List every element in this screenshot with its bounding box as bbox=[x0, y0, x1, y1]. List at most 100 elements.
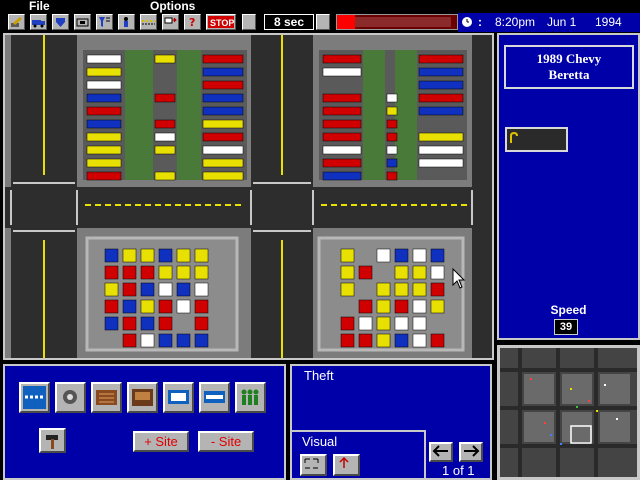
grass-strip-1 bbox=[125, 50, 153, 180]
road-horizontal bbox=[5, 187, 492, 228]
parked-car bbox=[340, 265, 355, 280]
parked-car bbox=[202, 145, 244, 155]
parked-car bbox=[358, 299, 373, 314]
parked-car bbox=[140, 316, 155, 331]
blank-button-2[interactable] bbox=[316, 14, 330, 30]
parked-car bbox=[412, 316, 427, 331]
parked-car bbox=[158, 333, 173, 348]
parked-car bbox=[202, 119, 244, 129]
game-speed-display[interactable]: 8 sec bbox=[264, 14, 314, 30]
parked-car bbox=[376, 333, 391, 348]
parked-car bbox=[194, 299, 209, 314]
help-icon[interactable]: ? bbox=[184, 14, 201, 30]
parked-car bbox=[340, 316, 355, 331]
parked-car bbox=[322, 132, 362, 142]
game-map[interactable] bbox=[3, 33, 494, 360]
parked-car bbox=[86, 67, 122, 77]
parked-car bbox=[358, 316, 373, 331]
center-view-button[interactable] bbox=[333, 454, 360, 476]
parked-car bbox=[394, 282, 409, 297]
barrier-icon[interactable] bbox=[140, 14, 157, 30]
next-event-button[interactable] bbox=[459, 442, 483, 462]
parked-car bbox=[158, 282, 173, 297]
sign-tool[interactable] bbox=[163, 382, 194, 413]
parked-car bbox=[418, 54, 464, 64]
prev-event-button[interactable] bbox=[429, 442, 453, 462]
parked-car bbox=[430, 282, 445, 297]
stop-icon[interactable]: STOP bbox=[206, 14, 236, 30]
booth-tool[interactable] bbox=[127, 382, 158, 413]
parked-car bbox=[376, 248, 391, 263]
parked-car bbox=[194, 333, 209, 348]
parked-car bbox=[158, 265, 173, 280]
parked-car bbox=[86, 132, 122, 142]
minimap-canvas[interactable] bbox=[500, 348, 637, 477]
truck-icon[interactable] bbox=[30, 14, 47, 30]
parked-car bbox=[322, 54, 362, 64]
camera-icon[interactable] bbox=[74, 14, 91, 30]
center-icon bbox=[339, 456, 349, 468]
parked-car bbox=[202, 93, 244, 103]
parked-car bbox=[430, 265, 445, 280]
grass-strip-4 bbox=[395, 50, 417, 180]
parked-car bbox=[386, 106, 398, 116]
parked-car bbox=[322, 145, 362, 155]
parked-car bbox=[86, 80, 122, 90]
parked-car bbox=[154, 132, 176, 142]
edit-icon[interactable] bbox=[8, 14, 25, 30]
parked-car bbox=[86, 93, 122, 103]
parked-car bbox=[194, 248, 209, 263]
parked-car bbox=[394, 299, 409, 314]
clock-separator: : bbox=[478, 15, 482, 29]
remove-site-button[interactable]: - Site bbox=[198, 431, 254, 452]
parked-car bbox=[194, 316, 209, 331]
shield-icon[interactable] bbox=[52, 14, 69, 30]
fence-tool[interactable] bbox=[19, 382, 50, 413]
parked-car bbox=[158, 316, 173, 331]
parked-car bbox=[386, 158, 398, 168]
parked-car bbox=[140, 265, 155, 280]
parked-car bbox=[86, 158, 122, 168]
sign-icon[interactable] bbox=[162, 14, 179, 30]
gate-tool[interactable] bbox=[91, 382, 122, 413]
parked-car bbox=[86, 54, 122, 64]
vehicle-name-line2: Beretta bbox=[548, 67, 590, 82]
barrier-tool[interactable] bbox=[199, 382, 230, 413]
parked-car bbox=[104, 316, 119, 331]
alarm-gauge-track bbox=[355, 17, 451, 27]
vehicle-panel: 1989 Chevy Beretta Speed 39 bbox=[497, 33, 640, 340]
parked-car bbox=[122, 265, 137, 280]
parked-car bbox=[122, 299, 137, 314]
hammer-tool[interactable] bbox=[39, 428, 66, 453]
parked-car bbox=[140, 282, 155, 297]
options-menu[interactable]: Options bbox=[150, 0, 195, 13]
parked-car bbox=[386, 171, 398, 181]
zoom-view-button[interactable] bbox=[300, 454, 327, 476]
zoom-icon bbox=[304, 458, 319, 469]
guards-tool[interactable] bbox=[235, 382, 266, 413]
person-icon[interactable] bbox=[118, 14, 135, 30]
parked-car bbox=[176, 265, 191, 280]
speed-label: Speed bbox=[550, 303, 587, 317]
alarm-gauge bbox=[336, 14, 458, 30]
clock-time: 8:20pm bbox=[495, 15, 536, 29]
add-site-button[interactable]: + Site bbox=[133, 431, 189, 452]
parked-car bbox=[412, 299, 427, 314]
minimap[interactable] bbox=[497, 345, 640, 480]
camera-tool[interactable] bbox=[55, 382, 86, 413]
parked-car bbox=[202, 54, 244, 64]
file-menu[interactable]: File bbox=[29, 0, 50, 13]
parked-car bbox=[430, 248, 445, 263]
blank-button[interactable] bbox=[242, 14, 256, 30]
selected-tool-slot[interactable] bbox=[505, 127, 568, 152]
parked-car bbox=[154, 171, 176, 181]
parked-car bbox=[202, 106, 244, 116]
parked-car bbox=[322, 106, 362, 116]
parked-car bbox=[394, 316, 409, 331]
map-canvas[interactable] bbox=[5, 35, 492, 358]
parked-car bbox=[418, 145, 464, 155]
parked-car bbox=[376, 316, 391, 331]
parked-car bbox=[104, 282, 119, 297]
parked-car bbox=[176, 333, 191, 348]
filter-icon[interactable] bbox=[96, 14, 113, 30]
